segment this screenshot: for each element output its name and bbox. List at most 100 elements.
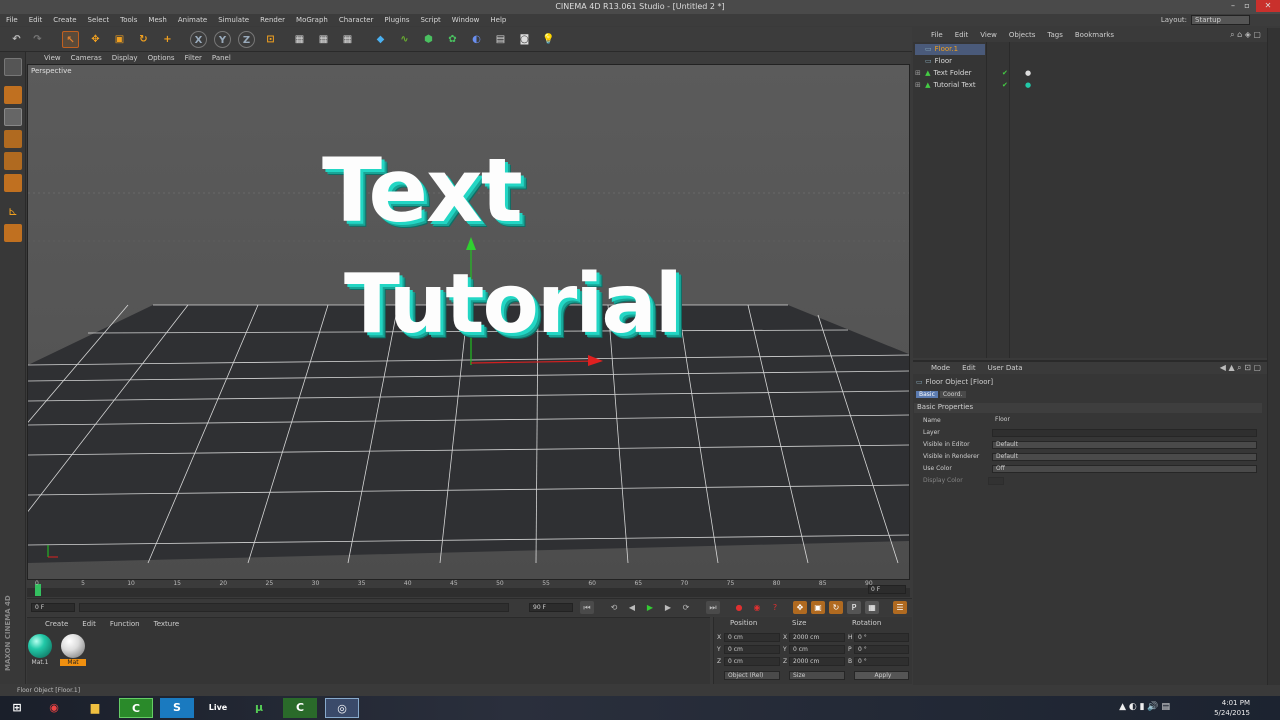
key-rotation-icon[interactable]: ↻ xyxy=(829,601,843,614)
key-pla-icon[interactable]: ▦ xyxy=(865,601,879,614)
right-vertical-tabs[interactable] xyxy=(1267,28,1280,685)
attribute-menu-edit[interactable]: Edit xyxy=(962,364,976,372)
cube-icon[interactable]: ◆ xyxy=(372,31,389,48)
rotation-h-field[interactable]: 0 ° xyxy=(854,633,909,642)
object-menu-bookmarks[interactable]: Bookmarks xyxy=(1075,31,1114,39)
position-z-field[interactable]: 0 cm xyxy=(724,657,780,666)
rotation-p-field[interactable]: 0 ° xyxy=(854,645,909,654)
undo-icon[interactable]: ↶ xyxy=(8,31,25,48)
material-menu-texture[interactable]: Texture xyxy=(154,620,180,628)
object-menu-objects[interactable]: Objects xyxy=(1009,31,1035,39)
attr-layer-field[interactable] xyxy=(992,429,1257,437)
menu-select[interactable]: Select xyxy=(88,16,110,24)
render-picture-viewer-icon[interactable]: ▦ xyxy=(315,31,332,48)
menu-render[interactable]: Render xyxy=(260,16,285,24)
spline-pen-icon[interactable]: ∿ xyxy=(396,31,413,48)
chrome-icon[interactable]: ◉ xyxy=(37,698,71,718)
live-icon[interactable]: Live xyxy=(201,698,235,718)
material-menu-edit[interactable]: Edit xyxy=(82,620,96,628)
apply-button[interactable]: Apply xyxy=(854,671,909,680)
object-menu-view[interactable]: View xyxy=(980,31,997,39)
timeline-window-icon[interactable]: ☰ xyxy=(893,601,907,614)
camtasia-icon[interactable]: C xyxy=(119,698,153,718)
attr-visible-renderer-select[interactable]: Default xyxy=(992,453,1257,461)
attribute-nav-icons[interactable]: ◀ ▲ ⌕ ⊡ ▢ xyxy=(1220,363,1261,373)
texture-mode-icon[interactable] xyxy=(4,108,22,126)
object-row-tutorial-text[interactable]: ⊞ ▲ Tutorial Text ✔ ● xyxy=(915,80,1165,91)
menu-plugins[interactable]: Plugins xyxy=(384,16,409,24)
viewport-menu-options[interactable]: Options xyxy=(148,54,175,62)
3d-text-line-2[interactable]: Tutorial xyxy=(344,261,683,349)
rotation-b-field[interactable]: 0 ° xyxy=(854,657,909,666)
viewport-menu-filter[interactable]: Filter xyxy=(185,54,202,62)
camtasia-2-icon[interactable]: C xyxy=(283,698,317,718)
visibility-check-icon[interactable]: ✔ xyxy=(1002,80,1008,91)
autokey-icon[interactable]: ◉ xyxy=(750,601,764,614)
cinema4d-icon[interactable]: ◎ xyxy=(325,698,359,718)
attr-display-color-swatch[interactable] xyxy=(988,477,1004,485)
attribute-menu-mode[interactable]: Mode xyxy=(931,364,950,372)
camera-icon[interactable]: ◙ xyxy=(516,31,533,48)
model-mode-icon[interactable] xyxy=(4,86,22,104)
end-frame-field[interactable]: 90 F xyxy=(529,603,573,612)
redo-icon[interactable]: ↷ xyxy=(29,31,46,48)
menu-window[interactable]: Window xyxy=(452,16,480,24)
object-row-floor[interactable]: ▭ Floor xyxy=(915,56,985,67)
viewport-menu-display[interactable]: Display xyxy=(112,54,138,62)
expand-icon[interactable]: ⊞ xyxy=(915,81,921,89)
menu-edit[interactable]: Edit xyxy=(29,16,43,24)
light-icon[interactable]: 💡 xyxy=(540,31,557,48)
keyframe-selection-icon[interactable]: ? xyxy=(768,601,782,614)
snap-icon[interactable] xyxy=(4,224,22,242)
menu-mograph[interactable]: MoGraph xyxy=(296,16,328,24)
next-frame-icon[interactable]: ▶ xyxy=(661,601,675,614)
3d-text-line-1[interactable]: Text xyxy=(322,145,523,237)
viewport-menu-view[interactable]: View xyxy=(44,54,61,62)
axis-mode-icon[interactable]: ⊾ xyxy=(4,202,22,220)
menu-help[interactable]: Help xyxy=(490,16,506,24)
size-x-field[interactable]: 2000 cm xyxy=(789,633,845,642)
attr-name-input[interactable]: Floor xyxy=(992,417,1257,425)
play-icon[interactable]: ▶ xyxy=(643,601,657,614)
range-slider[interactable] xyxy=(79,603,509,612)
key-scale-icon[interactable]: ▣ xyxy=(811,601,825,614)
material-menu-function[interactable]: Function xyxy=(110,620,140,628)
close-button[interactable]: ✕ xyxy=(1256,0,1280,12)
polygons-mode-icon[interactable] xyxy=(4,174,22,192)
tab-basic[interactable]: Basic xyxy=(916,391,938,398)
render-settings-icon[interactable]: ▦ xyxy=(339,31,356,48)
size-y-field[interactable]: 0 cm xyxy=(789,645,845,654)
previous-frame-icon[interactable]: ◀ xyxy=(625,601,639,614)
object-menu-file[interactable]: File xyxy=(931,31,943,39)
menu-tools[interactable]: Tools xyxy=(120,16,137,24)
points-mode-icon[interactable] xyxy=(4,130,22,148)
render-view-icon[interactable]: ▦ xyxy=(291,31,308,48)
size-mode-select[interactable]: Size xyxy=(789,671,845,680)
object-menu-edit[interactable]: Edit xyxy=(955,31,969,39)
utorrent-icon[interactable]: µ xyxy=(242,698,276,718)
tray-icons[interactable]: ▲ ◐ ▮ 🔊 ▤ xyxy=(1119,702,1170,712)
z-axis-icon[interactable]: Z xyxy=(238,31,255,48)
perspective-viewport[interactable]: Perspective Text Tutorial ✥ ⇕ ⟲ ▣ xyxy=(27,64,910,580)
menu-character[interactable]: Character xyxy=(339,16,374,24)
object-manager-nav-icons[interactable]: ⌕ ⌂ ◈ ▢ xyxy=(1230,30,1261,40)
x-axis-icon[interactable]: X xyxy=(190,31,207,48)
live-selection-icon[interactable]: ↖ xyxy=(62,31,79,48)
coordinate-mode-select[interactable]: Object (Rel) xyxy=(724,671,780,680)
previous-key-icon[interactable]: ⟲ xyxy=(607,601,621,614)
next-key-icon[interactable]: ⟳ xyxy=(679,601,693,614)
clock[interactable]: 4:01 PM 5/24/2015 xyxy=(1214,698,1250,718)
subdivision-surface-icon[interactable]: ⬢ xyxy=(420,31,437,48)
make-editable-icon[interactable] xyxy=(4,58,22,76)
material-swatch-mat1[interactable]: Mat.1 xyxy=(27,633,53,667)
material-tag-icon[interactable]: ● xyxy=(1025,80,1031,91)
layout-value[interactable]: Startup xyxy=(1191,14,1250,25)
layout-selector[interactable]: Layout: Startup xyxy=(1161,14,1250,25)
size-z-field[interactable]: 2000 cm xyxy=(789,657,845,666)
recent-tools-icon[interactable]: + xyxy=(159,31,176,48)
visibility-check-icon[interactable]: ✔ xyxy=(1002,68,1008,79)
menu-simulate[interactable]: Simulate xyxy=(218,16,249,24)
object-row-text-folder[interactable]: ⊞ ▲ Text Folder ✔ ● xyxy=(915,68,1165,79)
go-to-start-icon[interactable]: ⏮ xyxy=(580,601,594,614)
timeline-ruler[interactable]: 0 5 10 15 20 25 30 35 40 45 50 55 60 65 70 75 80 85 90 0 F xyxy=(27,580,910,597)
